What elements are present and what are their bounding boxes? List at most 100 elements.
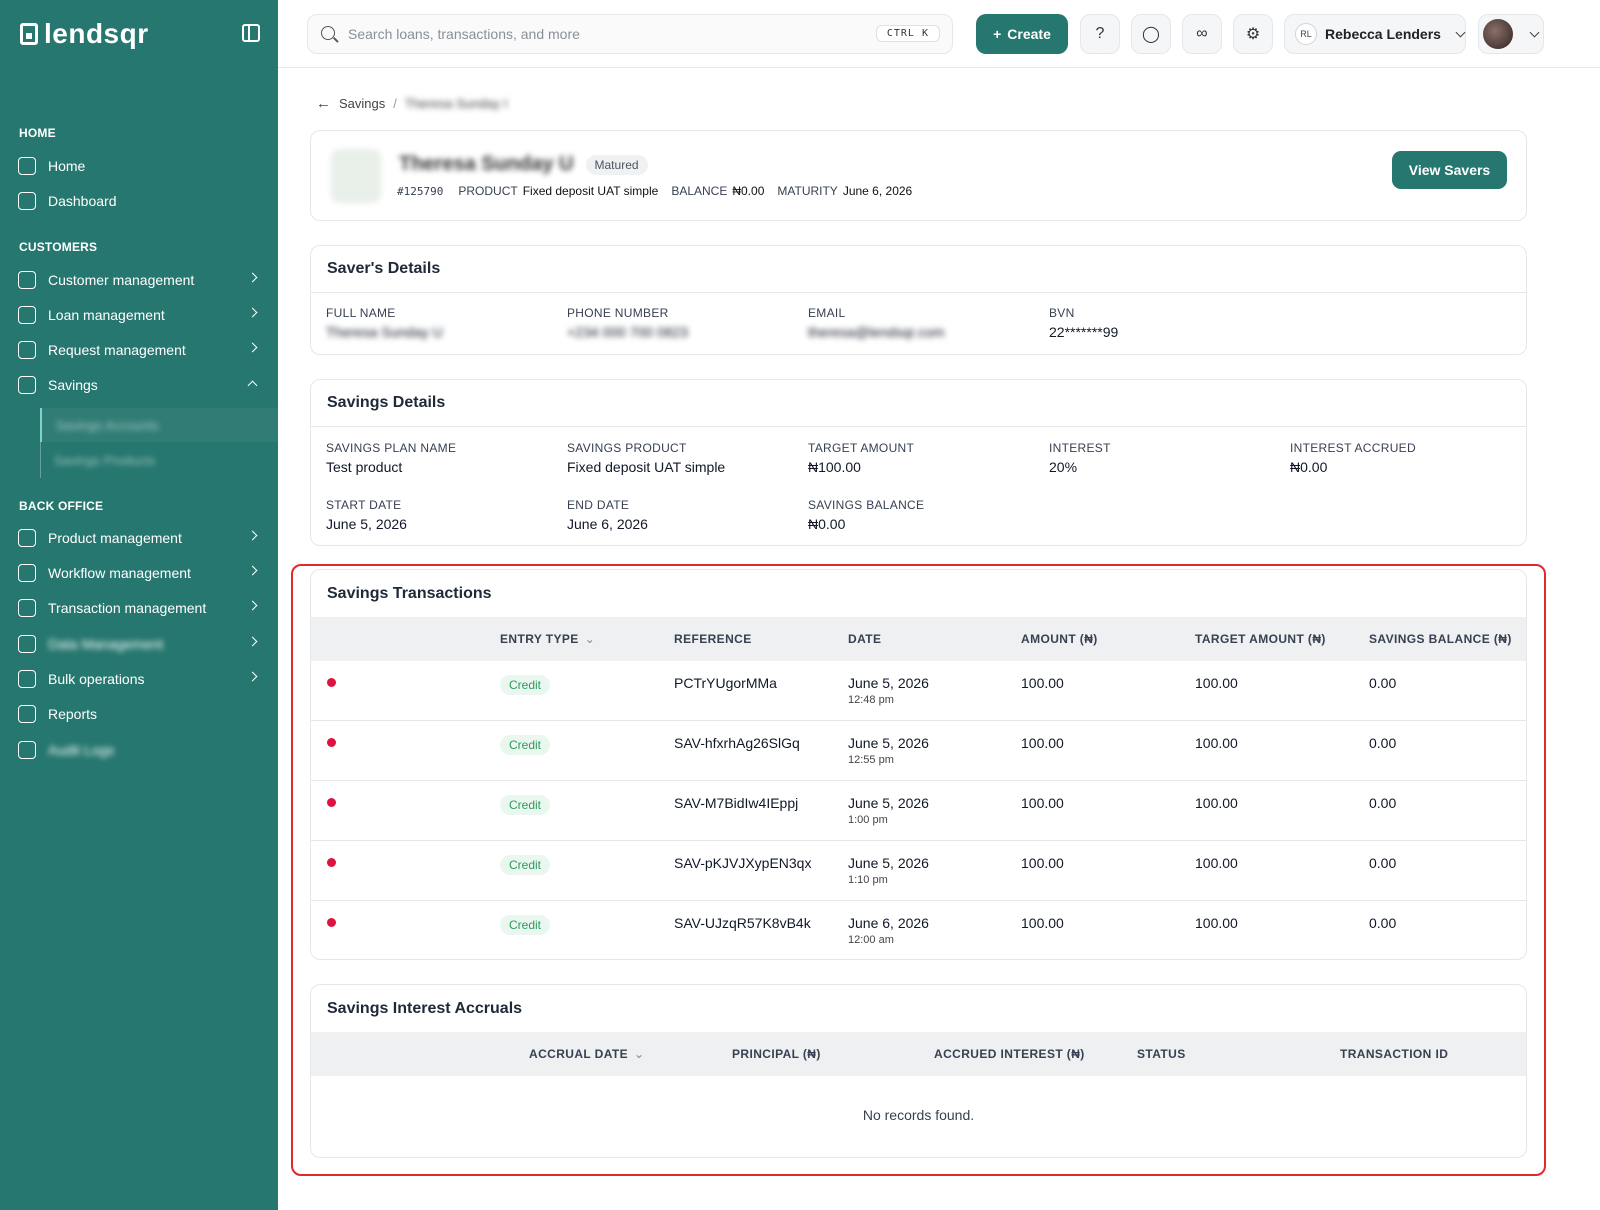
section-back-office: BACK OFFICE bbox=[19, 499, 104, 513]
tray-icon bbox=[18, 670, 36, 688]
chevron-right-icon bbox=[247, 530, 258, 541]
bell-icon[interactable]: ◯ bbox=[1131, 14, 1171, 54]
savers-details-card: Saver's Details FULL NAME Theresa Sunday… bbox=[310, 245, 1527, 355]
amount-cell: 100.00 bbox=[1021, 855, 1064, 871]
collapse-sidebar-icon[interactable] bbox=[242, 24, 260, 42]
entry-type-badge: Credit bbox=[500, 915, 551, 935]
savings-transactions-card: Savings Transactions ENTRY TYPE ⌄ REFEREN… bbox=[310, 569, 1527, 960]
table-row[interactable]: Credit PCTrYUgorMMa June 5, 2026 12:48 pm… bbox=[311, 661, 1526, 721]
sidebar-item-workflow-management[interactable]: Workflow management bbox=[0, 557, 278, 589]
chevron-down-icon bbox=[1455, 27, 1466, 37]
section-home: HOME bbox=[19, 126, 56, 140]
col-entry-type[interactable]: ENTRY TYPE ⌄ bbox=[500, 617, 595, 661]
help-icon[interactable]: ? bbox=[1080, 14, 1120, 54]
user-name: Rebecca Lenders bbox=[1325, 26, 1441, 42]
balance-label: BALANCE bbox=[671, 184, 728, 198]
col-principal: PRINCIPAL (₦) bbox=[732, 1047, 821, 1061]
amount-cell: 100.00 bbox=[1021, 915, 1064, 931]
empty-state-message: No records found. bbox=[862, 1107, 975, 1123]
sidebar-item-savings[interactable]: Savings bbox=[0, 369, 278, 401]
sidebar-subitem-savings-products[interactable]: Savings Products bbox=[40, 443, 278, 477]
back-arrow-icon[interactable]: ← bbox=[316, 95, 331, 112]
entry-type-badge: Credit bbox=[500, 735, 551, 755]
sidebar-item-customer-management[interactable]: Customer management bbox=[0, 264, 278, 296]
entry-type-badge: Credit bbox=[500, 795, 551, 815]
link-icon[interactable]: ∞ bbox=[1182, 14, 1222, 54]
amount-cell: 100.00 bbox=[1021, 795, 1064, 811]
savings-balance-cell: 0.00 bbox=[1369, 855, 1397, 871]
field-bvn: BVN 22*******99 bbox=[1049, 306, 1119, 340]
accruals-table-header: ACCRUAL DATE ⌄ PRINCIPAL (₦) ACCRUED INTE… bbox=[311, 1032, 1526, 1076]
sidebar-item-dashboard[interactable]: Dashboard bbox=[0, 185, 278, 217]
sidebar-item-transaction-management[interactable]: Transaction management bbox=[0, 592, 278, 624]
chevron-right-icon bbox=[247, 600, 258, 611]
table-row[interactable]: Credit SAV-M7BidIw4IEppj June 5, 2026 1:0… bbox=[311, 781, 1526, 841]
field-savings-product: SAVINGS PRODUCT Fixed deposit UAT simple bbox=[567, 441, 726, 475]
sidebar-item-product-management[interactable]: Product management bbox=[0, 522, 278, 554]
target-amount-cell: 100.00 bbox=[1195, 675, 1238, 691]
transfer-icon bbox=[18, 599, 36, 617]
logo-text: lendsqr bbox=[44, 18, 149, 49]
target-amount-cell: 100.00 bbox=[1195, 795, 1238, 811]
profile-menu-button[interactable] bbox=[1478, 14, 1544, 54]
sidebar-item-reports[interactable]: Reports bbox=[0, 698, 278, 730]
table-row[interactable]: Credit SAV-pKJVJXypEN3qx June 5, 2026 1:1… bbox=[311, 841, 1526, 901]
dashboard-icon bbox=[18, 192, 36, 210]
col-savings-balance: SAVINGS BALANCE (₦) bbox=[1369, 632, 1512, 646]
field-savings-plan-name: SAVINGS PLAN NAME Test product bbox=[326, 441, 457, 475]
savings-id: #125790 bbox=[397, 184, 444, 198]
sidebar-item-audit-logs[interactable]: Audit Logs bbox=[0, 734, 278, 766]
shortcut-hint: CTRL K bbox=[875, 25, 940, 42]
reference-cell: SAV-UJzqR57K8vB4k bbox=[674, 915, 811, 931]
target-amount-cell: 100.00 bbox=[1195, 735, 1238, 751]
savings-summary-card: Theresa Sunday U Matured #125790 PRODUCT… bbox=[310, 130, 1527, 221]
sidebar-item-loan-management[interactable]: Loan management bbox=[0, 299, 278, 331]
col-status: STATUS bbox=[1137, 1047, 1186, 1061]
sidebar-item-bulk-operations[interactable]: Bulk operations bbox=[0, 663, 278, 695]
inbox-icon bbox=[18, 341, 36, 359]
target-amount-cell: 100.00 bbox=[1195, 855, 1238, 871]
gear-icon[interactable]: ⚙ bbox=[1233, 14, 1273, 54]
view-savers-button[interactable]: View Savers bbox=[1392, 151, 1507, 189]
chevron-down-icon bbox=[1529, 27, 1540, 37]
search-input[interactable]: Search loans, transactions, and more CTR… bbox=[307, 14, 953, 54]
chevron-right-icon bbox=[247, 565, 258, 576]
sidebar-subitem-savings-accounts[interactable]: Savings Accounts bbox=[40, 408, 278, 442]
table-row[interactable]: Credit SAV-hfxrhAg26SlGq June 5, 2026 12:… bbox=[311, 721, 1526, 781]
status-dot bbox=[327, 678, 336, 687]
reference-cell: SAV-hfxrhAg26SlGq bbox=[674, 735, 800, 751]
create-button[interactable]: + Create bbox=[976, 14, 1068, 54]
top-header: Search loans, transactions, and more CTR… bbox=[278, 0, 1600, 68]
reference-cell: PCTrYUgorMMa bbox=[674, 675, 777, 691]
col-accrued-interest: ACCRUED INTEREST (₦) bbox=[934, 1047, 1085, 1061]
sidebar: lendsqr HOME Home Dashboard CUSTOMERS Cu… bbox=[0, 0, 278, 1210]
field-phone-number: PHONE NUMBER +234 000 700 0823 bbox=[567, 306, 689, 340]
search-placeholder: Search loans, transactions, and more bbox=[348, 26, 580, 42]
col-date: DATE bbox=[848, 632, 882, 646]
savings-details-title: Savings Details bbox=[311, 380, 1526, 427]
breadcrumb-separator: / bbox=[393, 96, 397, 111]
status-dot bbox=[327, 858, 336, 867]
field-savings-balance: SAVINGS BALANCE ₦0.00 bbox=[808, 498, 925, 532]
date-cell: June 5, 2026 12:48 pm bbox=[848, 675, 929, 706]
sidebar-item-request-management[interactable]: Request management bbox=[0, 334, 278, 366]
user-menu-button[interactable]: RL Rebecca Lenders bbox=[1284, 14, 1466, 54]
chevron-right-icon bbox=[247, 671, 258, 682]
field-interest-accrued: INTEREST ACCRUED ₦0.00 bbox=[1290, 441, 1416, 475]
col-amount: AMOUNT (₦) bbox=[1021, 632, 1098, 646]
breadcrumb-savings[interactable]: Savings bbox=[339, 96, 385, 111]
sidebar-item-data-management[interactable]: Data Management bbox=[0, 628, 278, 660]
field-end-date: END DATE June 6, 2026 bbox=[567, 498, 648, 532]
loan-icon bbox=[18, 306, 36, 324]
table-row[interactable]: Credit SAV-UJzqR57K8vB4k June 6, 2026 12:… bbox=[311, 901, 1526, 959]
section-customers: CUSTOMERS bbox=[19, 240, 98, 254]
lendsqr-logo[interactable]: lendsqr bbox=[20, 18, 149, 50]
sidebar-item-home[interactable]: Home bbox=[0, 150, 278, 182]
savings-details-card: Savings Details SAVINGS PLAN NAME Test p… bbox=[310, 379, 1527, 546]
status-dot bbox=[327, 918, 336, 927]
col-accrual-date[interactable]: ACCRUAL DATE ⌄ bbox=[529, 1032, 645, 1076]
field-start-date: START DATE June 5, 2026 bbox=[326, 498, 407, 532]
maturity-label: MATURITY bbox=[777, 184, 838, 198]
savings-balance-cell: 0.00 bbox=[1369, 795, 1397, 811]
search-icon bbox=[321, 26, 335, 40]
